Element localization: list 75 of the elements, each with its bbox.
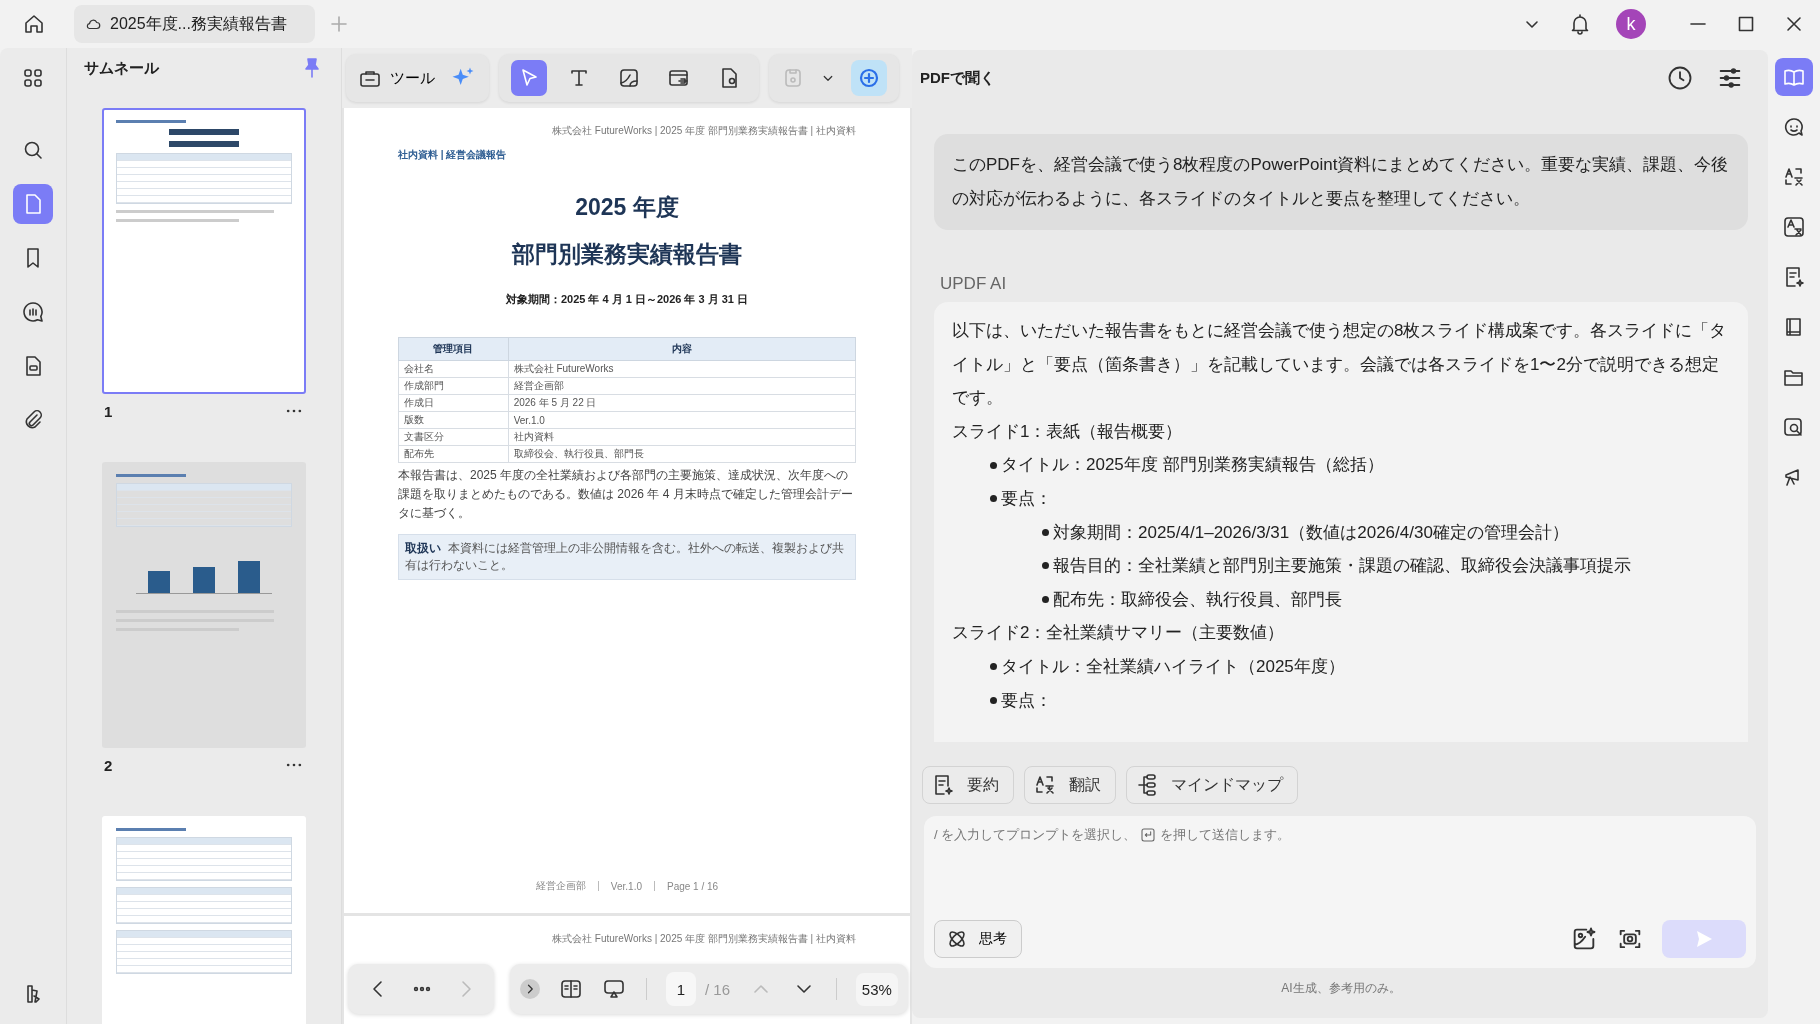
- column-header: 管理項目: [398, 337, 509, 361]
- bullet-icon: [1042, 596, 1049, 604]
- enter-key-icon: [1140, 827, 1157, 843]
- slide-heading: スライド2：全社業績サマリー（主要数値）: [952, 622, 1286, 645]
- home-icon[interactable]: [22, 12, 46, 36]
- panel-title: サムネール: [84, 58, 159, 78]
- document-paragraph: 本報告書は、2025 年度の全社業績および各部門の主要施策、達成状況、次年度への課題を取りまとめたものである。数値は 2026 年 4 月末時点で確定した管理会計データに基づく。: [398, 467, 854, 523]
- prompt-field[interactable]: / を入力してプロンプトを選択し、 を押して送信します。: [934, 826, 1746, 844]
- answer-paragraph: 以下は、いただいた報告書をもとに経営会議で使う想定の8枚スライド構成案です。各スライドに「タイトル」と「要点（箇条書き）」を記載しています。会議では各スライドを1〜2分で説明できる想定です。: [952, 320, 1728, 410]
- page-footer-text: 経営企画部: [535, 879, 586, 893]
- page-number: 2: [104, 756, 113, 774]
- page-icon[interactable]: [13, 184, 53, 224]
- table-cell: 社内資料: [508, 428, 856, 446]
- page-count: / 16: [705, 980, 731, 998]
- table-cell: Ver.1.0: [508, 411, 856, 429]
- assistant-name: UPDF AI: [940, 274, 1008, 294]
- bullet-text: 報告目的：全社業績と部門別主要施策・課題の確認、取締役会決議事項提示: [1053, 555, 1631, 578]
- bullet-icon: [1042, 528, 1049, 536]
- bullet-icon: [1042, 562, 1049, 570]
- bullet-text: 要点：: [1001, 689, 1052, 712]
- bullet-text: 要点：: [1001, 487, 1052, 510]
- document-title: 2025 年度: [574, 193, 680, 222]
- mind-map-icon: [1135, 773, 1159, 797]
- table-cell: 配布先: [398, 445, 509, 463]
- cursor-icon[interactable]: [511, 60, 547, 96]
- handling-note: 取扱い 本資料には経営管理上の非公開情報を含む。社外への転送、複製および共有は行わないこと。: [398, 533, 856, 580]
- table-cell: 会社名: [398, 360, 509, 378]
- table-cell: 版数: [398, 411, 509, 429]
- page-footer-text: Page 1 / 16: [667, 880, 719, 892]
- page-number: 1: [104, 402, 113, 420]
- user-message: このPDFを、経営会議で使う8枚程度のPowerPoint資料にまとめてください。重要な実績、課題、今後の対応が伝わるように、各スライドのタイトルと要点を整理してください。: [934, 134, 1748, 230]
- bullet-icon: [990, 461, 997, 469]
- document-title: 部門別業務実績報告書: [510, 240, 743, 269]
- bullet-text: 配布先：取締役会、執行役員、部門長: [1053, 588, 1342, 611]
- column-header: 内容: [508, 337, 856, 361]
- bullet-text: タイトル：全社業績ハイライト（2025年度）: [1001, 655, 1345, 678]
- page-number-field[interactable]: 1: [665, 972, 696, 1006]
- table-cell: 作成日: [398, 394, 509, 412]
- bullet-icon: [990, 696, 997, 704]
- two-page-icon[interactable]: [559, 977, 584, 1001]
- history-icon[interactable]: [1666, 64, 1694, 92]
- running-header: 株式会社 FutureWorks | 2025 年度 部門別業務実績報告書 | 社内資料: [551, 932, 856, 946]
- panel-title: PDFで聞く: [920, 68, 995, 88]
- document-category: 社内資料 | 経営会議報告: [398, 148, 508, 162]
- table-cell: 取締役会、執行役員、部門長: [508, 445, 856, 463]
- expand-button[interactable]: [520, 979, 540, 999]
- table-cell: 2026 年 5 月 22 日: [508, 394, 856, 412]
- bullet-text: タイトル：2025年度 部門別業務実績報告（総括）: [1001, 454, 1384, 477]
- ai-assistant-button[interactable]: [851, 60, 887, 96]
- page-thumbnail[interactable]: [102, 108, 306, 394]
- ai-icon: [857, 66, 881, 90]
- translate-icon: [1033, 773, 1057, 797]
- bullet-icon: [990, 663, 997, 671]
- user-avatar[interactable]: k: [1616, 9, 1646, 39]
- translate-button[interactable]: 翻訳: [1024, 766, 1116, 804]
- table-cell: 作成部門: [398, 377, 509, 395]
- slide-heading: スライド1：表紙（報告概要）: [952, 420, 1184, 443]
- presentation-icon[interactable]: [602, 977, 627, 1001]
- mind-map-button[interactable]: マインドマップ: [1126, 766, 1298, 804]
- disclaimer-text: AI生成、参考用のみ。: [1280, 980, 1402, 997]
- tab-title: 2025年度...務実績報告書: [110, 13, 287, 34]
- running-header: 株式会社 FutureWorks | 2025 年度 部門別業務実績報告書 | 社内資料: [551, 124, 856, 138]
- table-cell: 株式会社 FutureWorks: [508, 360, 856, 378]
- bullet-text: 対象期間：2025/4/1–2026/3/31（数値は2026/4/30確定の管理会計）: [1053, 521, 1569, 544]
- summarize-button[interactable]: 要約: [922, 766, 1014, 804]
- page-thumbnail[interactable]: [102, 816, 306, 1024]
- bullet-icon: [990, 495, 997, 503]
- think-button[interactable]: 思考: [934, 920, 1022, 958]
- zoom-field[interactable]: 53%: [855, 972, 898, 1006]
- page-footer-text: Ver.1.0: [610, 880, 642, 892]
- table-cell: 文書区分: [398, 428, 509, 446]
- page-thumbnail[interactable]: [102, 462, 306, 748]
- table-cell: 経営企画部: [508, 377, 856, 395]
- document-period: 対象期間：2025 年 4 月 1 日～2026 年 3 月 31 日: [504, 292, 750, 307]
- document-tab[interactable]: 2025年度...務実績報告書: [74, 5, 315, 43]
